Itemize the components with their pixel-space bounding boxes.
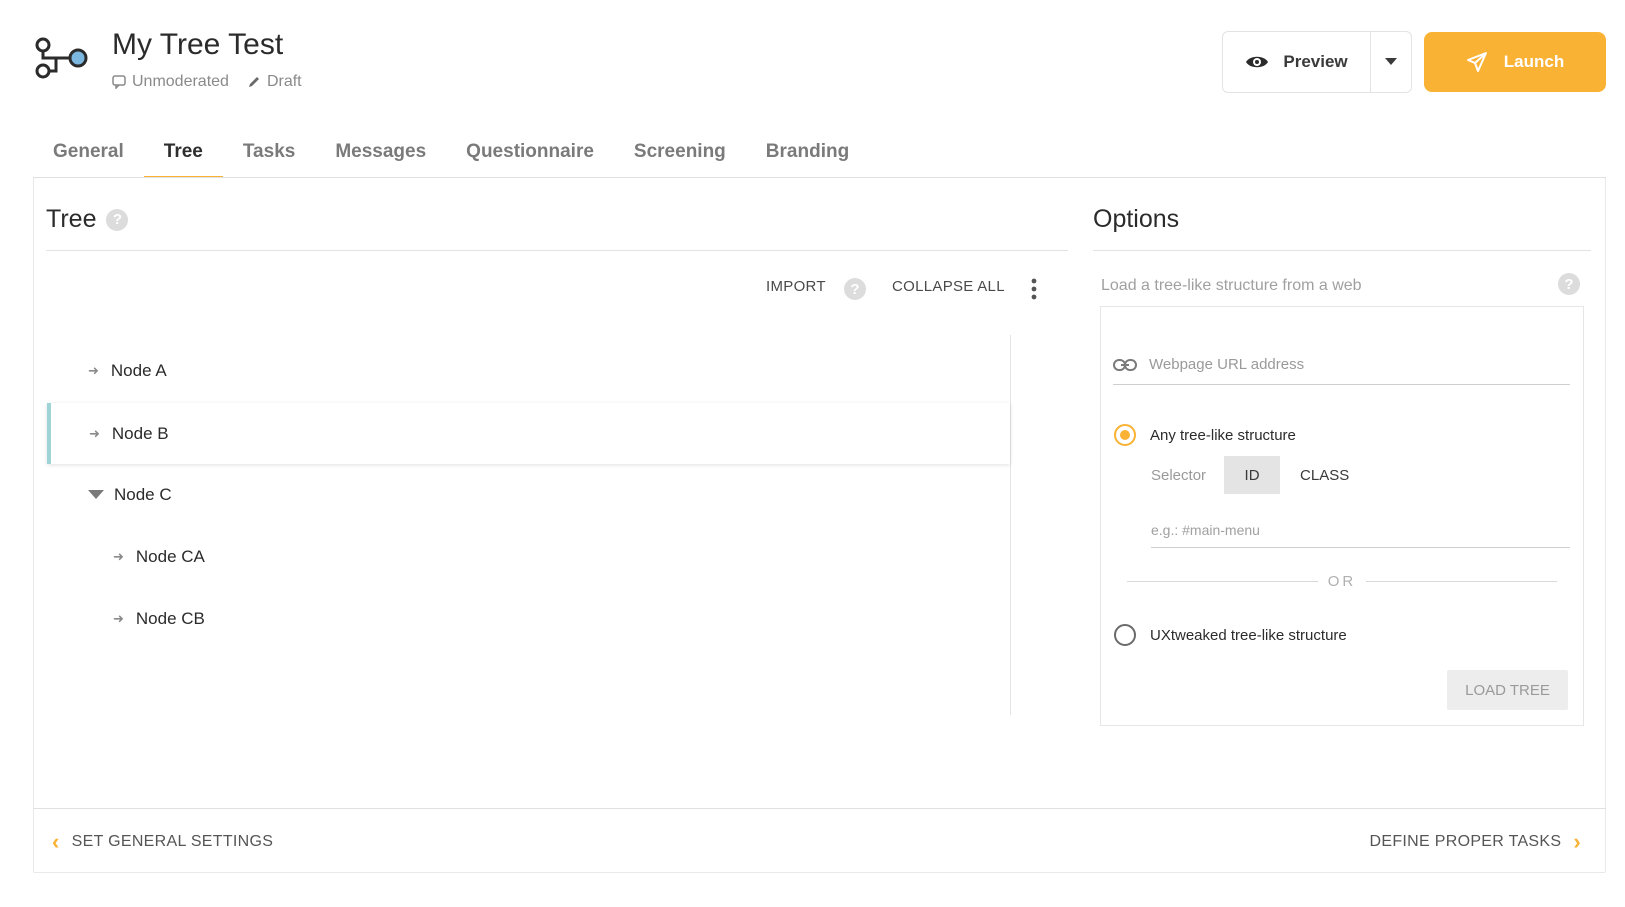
launch-label: Launch	[1503, 52, 1565, 71]
study-meta: Unmoderated Draft	[112, 73, 302, 91]
chevron-left-icon: ‹	[52, 829, 60, 854]
tree-node[interactable]: ➜ Node CB	[113, 589, 205, 649]
preview-button-group: Preview	[1222, 31, 1412, 93]
help-icon[interactable]: ?	[106, 208, 129, 231]
status-indicator: Draft	[247, 73, 302, 91]
page-title: My Tree Test	[112, 28, 284, 61]
preview-button[interactable]: Preview	[1223, 32, 1371, 92]
node-label: Node A	[110, 361, 167, 380]
options-help-icon[interactable]: ?	[1558, 273, 1580, 295]
launch-button[interactable]: Launch	[1424, 32, 1606, 92]
radio-unselected-icon[interactable]	[1114, 624, 1136, 646]
options-description: Load a tree-like structure from a web	[1101, 277, 1362, 294]
tab-bar: General Tree Tasks Messages Questionnair…	[33, 130, 869, 178]
caret-down-icon	[1385, 58, 1397, 65]
options-heading: Options	[1093, 205, 1180, 233]
import-button[interactable]: IMPORT	[766, 278, 826, 295]
chevron-right-icon: ›	[1573, 829, 1581, 854]
node-label: Node C	[114, 485, 172, 504]
selector-id-toggle[interactable]: ID	[1224, 456, 1281, 494]
tab-questionnaire[interactable]: Questionnaire	[446, 130, 614, 178]
card-divider	[33, 177, 1606, 178]
tree-node[interactable]: ➜ Node A	[88, 341, 167, 401]
app-logo-icon	[34, 36, 92, 80]
or-label: OR	[1327, 573, 1357, 590]
radio-any-label: Any tree-like structure	[1150, 426, 1296, 444]
selector-class-toggle[interactable]: CLASS	[1300, 467, 1349, 484]
paper-plane-icon	[1466, 52, 1487, 72]
pencil-icon	[248, 77, 259, 87]
node-label: Node B	[111, 423, 169, 443]
tree-divider	[46, 250, 1068, 251]
expand-arrow-icon[interactable]: ➜	[113, 611, 124, 627]
eye-icon	[1246, 56, 1269, 68]
url-placeholder: Webpage URL address	[1149, 356, 1305, 373]
selector-label: Selector	[1151, 466, 1207, 484]
expand-arrow-icon[interactable]: ➜	[113, 549, 124, 565]
more-options-icon[interactable]	[1031, 278, 1037, 305]
tab-messages[interactable]: Messages	[315, 130, 446, 178]
radio-uxtweaked-label: UXtweaked tree-like structure	[1150, 626, 1347, 644]
chat-icon	[112, 75, 126, 89]
selector-row: Selector ID CLASS	[1151, 456, 1349, 494]
tab-screening[interactable]: Screening	[614, 130, 746, 178]
tab-tree[interactable]: Tree	[143, 130, 223, 178]
expand-arrow-icon[interactable]: ➜	[88, 363, 99, 379]
or-divider: OR	[1127, 573, 1557, 590]
selector-input[interactable]: e.g.: #main-menu	[1151, 512, 1570, 548]
footer-divider	[33, 808, 1606, 809]
load-tree-button[interactable]: LOAD TREE	[1447, 670, 1568, 710]
radio-selected-icon[interactable]	[1114, 424, 1136, 446]
tree-title: Tree	[46, 205, 97, 233]
or-line-right	[1366, 581, 1557, 582]
preview-dropdown-button[interactable]	[1371, 32, 1411, 92]
tab-branding[interactable]: Branding	[746, 130, 869, 178]
mode-label: Unmoderated	[132, 73, 229, 90]
expand-arrow-icon[interactable]: ➜	[89, 426, 100, 442]
node-label: Node CB	[135, 609, 205, 628]
preview-label: Preview	[1283, 52, 1348, 71]
options-divider	[1093, 250, 1591, 251]
tree-node[interactable]: Node C	[88, 465, 172, 525]
or-line-left	[1127, 581, 1318, 582]
node-label: Node CA	[135, 547, 205, 566]
tab-tasks[interactable]: Tasks	[223, 130, 315, 178]
mode-indicator: Unmoderated	[112, 73, 229, 91]
url-input[interactable]: Webpage URL address	[1113, 345, 1570, 385]
tree-scroll-divider	[1010, 335, 1011, 715]
status-label: Draft	[266, 73, 302, 90]
prev-step-label: SET GENERAL SETTINGS	[71, 833, 274, 850]
tree-node-selected[interactable]: ➜ Node B	[47, 403, 1010, 464]
collapse-arrow-icon[interactable]	[88, 488, 104, 503]
collapse-all-button[interactable]: COLLAPSE ALL	[892, 278, 1005, 295]
radio-uxtweaked-structure[interactable]: UXtweaked tree-like structure	[1114, 624, 1347, 646]
prev-step-link[interactable]: ‹ SET GENERAL SETTINGS	[52, 829, 273, 855]
tree-heading: Tree ?	[46, 205, 129, 234]
radio-any-structure[interactable]: Any tree-like structure	[1114, 424, 1296, 446]
next-step-link[interactable]: DEFINE PROPER TASKS ›	[1370, 829, 1581, 855]
import-help-icon[interactable]: ?	[844, 278, 866, 300]
next-step-label: DEFINE PROPER TASKS	[1369, 833, 1562, 850]
tab-general[interactable]: General	[33, 130, 144, 178]
tree-node[interactable]: ➜ Node CA	[113, 527, 205, 587]
link-icon	[1113, 358, 1137, 371]
